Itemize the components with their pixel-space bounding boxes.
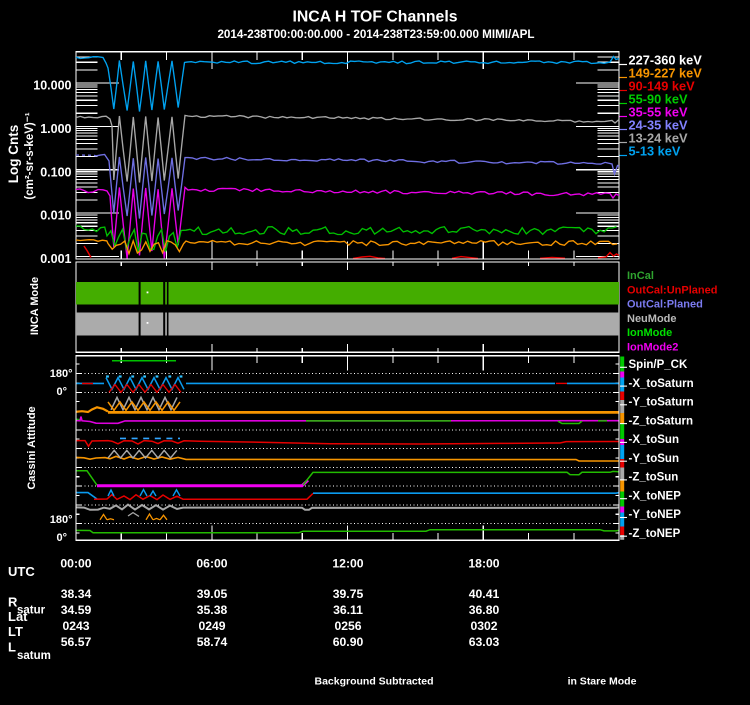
svg-text:35.38: 35.38 bbox=[197, 603, 228, 617]
svg-text:63.03: 63.03 bbox=[469, 635, 500, 649]
svg-text:39.05: 39.05 bbox=[197, 587, 228, 601]
svg-text:INCA H TOF Channels: INCA H TOF Channels bbox=[292, 9, 457, 26]
svg-text:L: L bbox=[8, 640, 16, 655]
svg-text:Log Cnts: Log Cnts bbox=[6, 125, 21, 184]
svg-text:Cassini Attitude: Cassini Attitude bbox=[26, 406, 38, 489]
svg-text:-X_toNEP: -X_toNEP bbox=[629, 490, 682, 502]
svg-text:-X_toSaturn: -X_toSaturn bbox=[629, 378, 694, 390]
svg-text:IonMode: IonMode bbox=[627, 327, 672, 339]
svg-text:UTC: UTC bbox=[8, 564, 35, 579]
svg-text:LT: LT bbox=[8, 624, 23, 639]
svg-text:NeuMode: NeuMode bbox=[627, 313, 677, 325]
svg-text:12:00: 12:00 bbox=[332, 557, 363, 571]
svg-text:5-13 keV: 5-13 keV bbox=[629, 144, 681, 159]
svg-text:0256: 0256 bbox=[334, 619, 361, 633]
svg-text:56.57: 56.57 bbox=[61, 635, 92, 649]
svg-text:38.34: 38.34 bbox=[61, 587, 92, 601]
svg-text:IonMode2: IonMode2 bbox=[627, 341, 678, 353]
svg-text:-Y_toNEP: -Y_toNEP bbox=[629, 509, 682, 521]
svg-text:0°: 0° bbox=[56, 386, 67, 398]
svg-text:60.90: 60.90 bbox=[333, 635, 364, 649]
svg-text:Spin/P_CK: Spin/P_CK bbox=[629, 359, 688, 371]
svg-text:OutCal:UnPlaned: OutCal:UnPlaned bbox=[627, 284, 717, 296]
svg-text:-Z_toNEP: -Z_toNEP bbox=[629, 528, 681, 540]
svg-text:0302: 0302 bbox=[470, 619, 497, 633]
svg-text:-Y_toSaturn: -Y_toSaturn bbox=[629, 397, 694, 409]
svg-text:-Z_toSaturn: -Z_toSaturn bbox=[629, 415, 694, 427]
svg-text:satum: satum bbox=[17, 650, 51, 662]
svg-text:InCal: InCal bbox=[627, 270, 654, 282]
svg-text:36.11: 36.11 bbox=[333, 603, 363, 617]
svg-text:0°: 0° bbox=[56, 532, 67, 544]
svg-text:06:00: 06:00 bbox=[196, 557, 227, 571]
svg-text:0243: 0243 bbox=[62, 619, 89, 633]
svg-text:OutCal:Planed: OutCal:Planed bbox=[627, 299, 703, 311]
svg-text:0.001: 0.001 bbox=[40, 252, 71, 266]
svg-text:2014-238T00:00:00.000 - 2014-2: 2014-238T00:00:00.000 - 2014-238T23:59:0… bbox=[217, 28, 534, 41]
svg-text:0249: 0249 bbox=[198, 619, 225, 633]
svg-text:Background Subtracted: Background Subtracted bbox=[314, 676, 433, 688]
svg-text:in Stare Mode: in Stare Mode bbox=[568, 676, 637, 688]
svg-text:-Y_toSun: -Y_toSun bbox=[629, 453, 679, 465]
svg-text:(cm²-sr-s-keV)⁻¹: (cm²-sr-s-keV)⁻¹ bbox=[24, 112, 36, 199]
svg-text:00:00: 00:00 bbox=[60, 557, 91, 571]
svg-text:58.74: 58.74 bbox=[197, 635, 228, 649]
svg-text:-X_toSun: -X_toSun bbox=[629, 434, 679, 446]
svg-text:-Z_toSun: -Z_toSun bbox=[629, 472, 679, 484]
svg-text:1.000: 1.000 bbox=[40, 122, 71, 136]
svg-text:34.59: 34.59 bbox=[61, 603, 92, 617]
svg-text:0.100: 0.100 bbox=[40, 165, 71, 179]
svg-text:Lat: Lat bbox=[8, 609, 28, 624]
svg-text:39.75: 39.75 bbox=[333, 587, 364, 601]
svg-text:10.000: 10.000 bbox=[33, 79, 71, 93]
svg-text:180°: 180° bbox=[50, 368, 73, 380]
svg-text:18:00: 18:00 bbox=[468, 557, 499, 571]
svg-text:0.010: 0.010 bbox=[40, 209, 71, 223]
svg-text:40.41: 40.41 bbox=[469, 587, 500, 601]
svg-text:INCA Mode: INCA Mode bbox=[29, 277, 41, 335]
svg-text:36.80: 36.80 bbox=[469, 603, 500, 617]
svg-text:180°: 180° bbox=[50, 514, 73, 526]
